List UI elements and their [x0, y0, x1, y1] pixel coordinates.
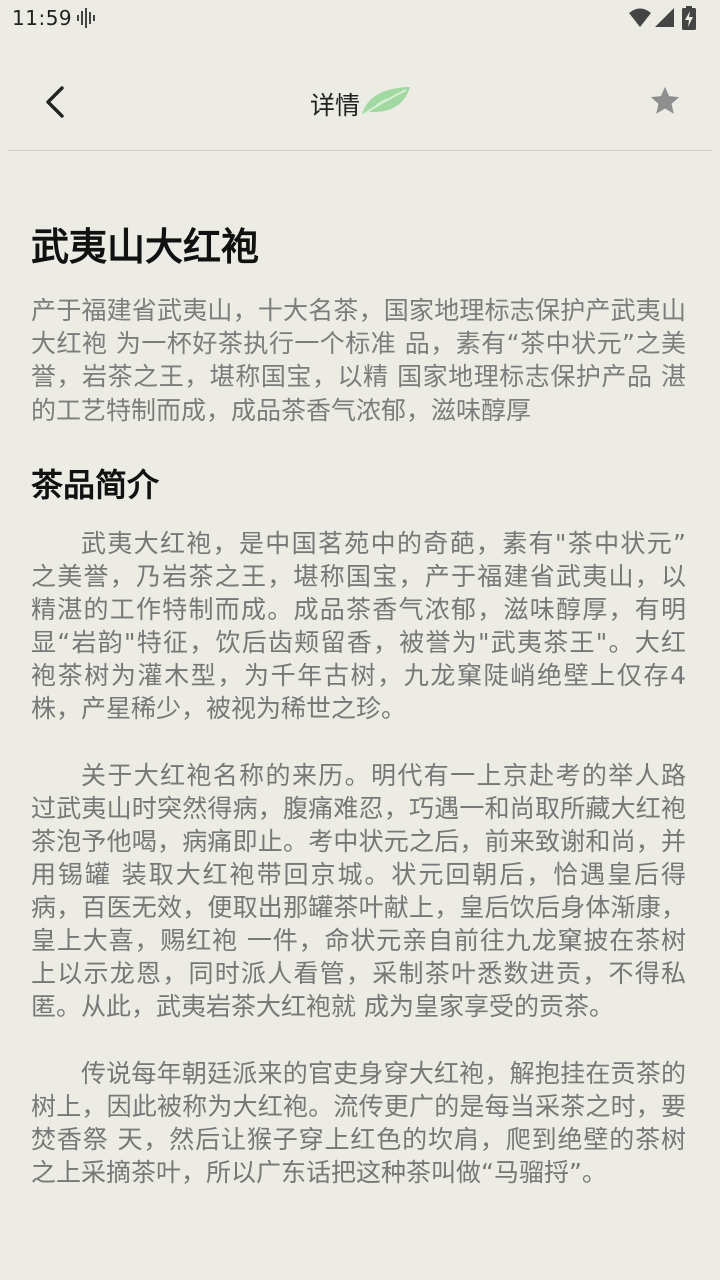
tea-title: 武夷山大红袍 — [31, 225, 260, 269]
tea-summary: 产于福建省武夷山，十大名茶，国家地理标志保护产武夷山大红袍 为一杯好茶执行一个标… — [31, 296, 686, 425]
wifi-icon — [629, 8, 651, 27]
leaf-icon — [362, 87, 410, 115]
back-button[interactable] — [36, 80, 76, 124]
app-bar: 详情 — [8, 54, 712, 151]
app-title-group: 详情 — [308, 82, 418, 122]
chevron-left-icon — [46, 86, 64, 118]
star-icon — [650, 86, 680, 114]
section-title: 茶品简介 — [31, 465, 160, 504]
favorite-button[interactable] — [648, 84, 682, 118]
intro-paragraph: 武夷大红袍，是中国茗苑中的奇葩，素有"茶中状元” 之美誉，乃岩茶之王，堪称国宝，… — [31, 528, 686, 723]
status-bar: 11:59 — [0, 0, 720, 36]
voice-icon — [77, 8, 95, 28]
status-time: 11:59 — [12, 6, 73, 30]
article-content: 武夷山大红袍 产于福建省武夷山，十大名茶，国家地理标志保护产武夷山大红袍 为一杯… — [31, 222, 686, 1189]
intro-paragraph: 关于大红袍名称的来历。明代有一上京赴考的举人路 过武夷山时突然得病，腹痛难忍，巧… — [31, 760, 686, 1021]
page-title: 详情 — [310, 91, 361, 120]
signal-icon — [655, 8, 674, 27]
intro-paragraph: 传说每年朝廷派来的官吏身穿大红袍，解抱挂在贡茶的树上，因此被称为大红袍。流传更广… — [31, 1058, 686, 1187]
status-icons — [628, 6, 708, 30]
battery-charging-icon — [682, 6, 696, 30]
